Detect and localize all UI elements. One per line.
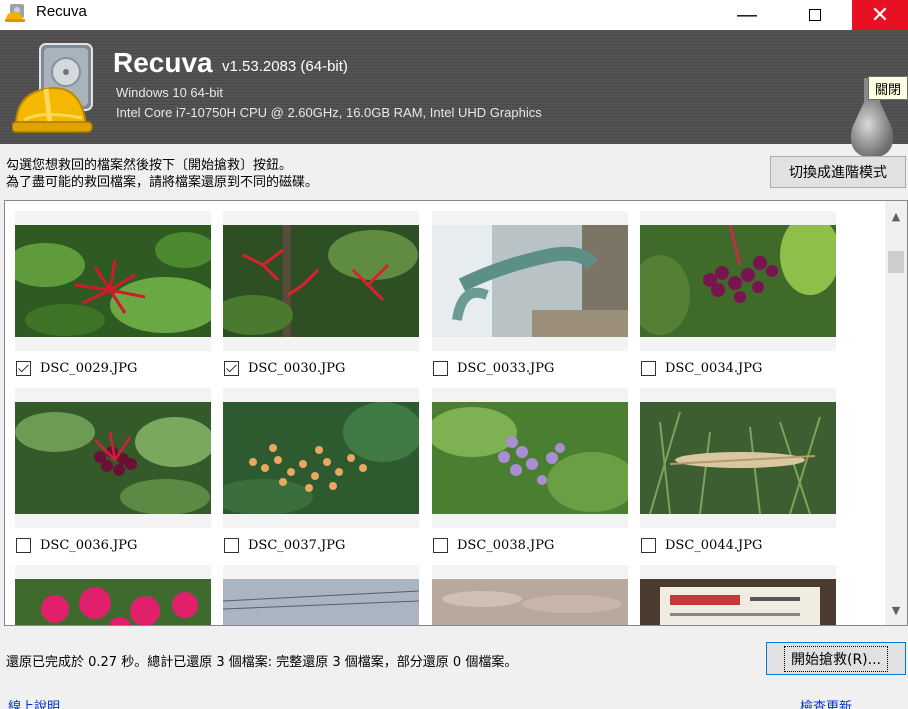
photo-thumbnail-grass-seed <box>640 402 836 514</box>
file-label: DSC_0033.JPG <box>432 351 628 385</box>
system-os: Windows 10 64-bit <box>116 85 223 100</box>
photo-thumbnail-sculpture <box>432 225 628 337</box>
file-thumbnail[interactable] <box>223 565 419 625</box>
photo-thumbnail-red-flowers <box>223 225 419 337</box>
system-hardware: Intel Core i7-10750H CPU @ 2.60GHz, 16.0… <box>116 105 542 120</box>
file-name: DSC_0030.JPG <box>248 360 346 376</box>
file-thumbnail[interactable] <box>15 388 211 528</box>
online-help-link[interactable]: 線上說明 <box>8 696 60 709</box>
instruction-line-1: 勾選您想救回的檔案然後按下〔開始搶救〕按鈕。 <box>6 158 293 173</box>
file-checkbox[interactable] <box>16 537 31 553</box>
photo-thumbnail-document <box>640 579 836 625</box>
close-icon: ✕ <box>870 2 890 27</box>
file-item[interactable]: DSC_0029.JPG <box>15 211 211 385</box>
photo-thumbnail-pink-flowers <box>15 579 211 625</box>
file-thumbnail[interactable] <box>640 211 836 351</box>
file-name: DSC_0036.JPG <box>40 537 138 553</box>
file-item[interactable] <box>223 565 419 625</box>
file-checkbox[interactable] <box>224 360 239 376</box>
file-checkbox[interactable] <box>16 360 31 376</box>
file-item[interactable]: DSC_0044.JPG <box>640 388 836 562</box>
file-checkbox[interactable] <box>433 360 448 376</box>
file-checkbox[interactable] <box>224 537 239 553</box>
file-label: DSC_0037.JPG <box>223 528 419 562</box>
scrollbar-thumb[interactable] <box>888 251 904 273</box>
file-thumbnail[interactable] <box>640 565 836 625</box>
file-checkbox[interactable] <box>433 537 448 553</box>
recuva-logo-icon <box>12 43 93 133</box>
file-item[interactable]: DSC_0038.JPG <box>432 388 628 562</box>
file-checkbox[interactable] <box>641 537 656 553</box>
file-name: DSC_0029.JPG <box>40 360 138 376</box>
file-name: DSC_0044.JPG <box>665 537 763 553</box>
app-header: Recuva v1.53.2083 (64-bit) Windows 10 64… <box>0 30 908 158</box>
status-text: 還原已完成於 0.27 秒。總計已還原 3 個檔案: 完整還原 3 個檔案，部分… <box>6 655 518 670</box>
file-label: DSC_0029.JPG <box>15 351 211 385</box>
file-item[interactable]: DSC_0037.JPG <box>223 388 419 562</box>
file-thumbnail[interactable] <box>432 565 628 625</box>
file-item[interactable]: DSC_0033.JPG <box>432 211 628 385</box>
photo-thumbnail-lilac-flowers <box>432 402 628 514</box>
file-label: DSC_0034.JPG <box>640 351 836 385</box>
recuva-helmet-icon <box>5 4 25 22</box>
file-thumbnail[interactable] <box>432 388 628 528</box>
file-item[interactable] <box>640 565 836 625</box>
file-name: DSC_0033.JPG <box>457 360 555 376</box>
file-item[interactable]: DSC_0030.JPG <box>223 211 419 385</box>
window-title: Recuva <box>36 3 87 20</box>
advanced-mode-button[interactable]: 切換成進階模式 <box>770 156 906 188</box>
maximize-icon <box>809 9 821 21</box>
close-button[interactable]: ✕ <box>852 0 908 30</box>
file-name: DSC_0034.JPG <box>665 360 763 376</box>
photo-thumbnail-red-flower <box>15 225 211 337</box>
recover-button[interactable]: 開始搶救(R)... <box>766 642 906 675</box>
file-label: DSC_0036.JPG <box>15 528 211 562</box>
app-version: v1.53.2083 (64-bit) <box>222 58 348 75</box>
file-thumbnail[interactable] <box>15 565 211 625</box>
scroll-up-icon[interactable]: ▲ <box>885 205 907 227</box>
photo-thumbnail-berry-cluster <box>15 402 211 514</box>
file-name: DSC_0037.JPG <box>248 537 346 553</box>
photo-thumbnail-sky <box>223 579 419 625</box>
file-item[interactable] <box>432 565 628 625</box>
file-name: DSC_0038.JPG <box>457 537 555 553</box>
file-item[interactable]: DSC_0034.JPG <box>640 211 836 385</box>
file-label: DSC_0030.JPG <box>223 351 419 385</box>
instructions: 勾選您想救回的檔案然後按下〔開始搶救〕按鈕。 為了盡可能的救回檔案，請將檔案還原… <box>6 157 318 191</box>
minimize-icon: — <box>737 3 757 26</box>
file-checkbox[interactable] <box>641 360 656 376</box>
file-thumbnail[interactable] <box>432 211 628 351</box>
vertical-scrollbar[interactable]: ▲ ▼ <box>885 201 907 625</box>
title-bar: Recuva — ✕ <box>0 0 908 30</box>
photo-thumbnail-clouds <box>432 579 628 625</box>
check-updates-link[interactable]: 檢查更新 <box>800 696 852 709</box>
file-item[interactable] <box>15 565 211 625</box>
file-thumbnail[interactable] <box>223 388 419 528</box>
file-thumbnail[interactable] <box>640 388 836 528</box>
maximize-button[interactable] <box>792 0 838 30</box>
photo-thumbnail-purple-berries <box>640 225 836 337</box>
recover-button-label: 開始搶救(R)... <box>783 645 888 672</box>
file-thumbnail-list[interactable]: DSC_0029.JPG DSC_0030.JPG DSC_0033.JPG D… <box>4 200 908 626</box>
photo-thumbnail-orange-berries <box>223 402 419 514</box>
app-name: Recuva <box>113 47 213 78</box>
minimize-button[interactable]: — <box>724 0 770 30</box>
file-item[interactable]: DSC_0036.JPG <box>15 388 211 562</box>
instruction-line-2: 為了盡可能的救回檔案，請將檔案還原到不同的磁碟。 <box>6 175 319 190</box>
file-label: DSC_0038.JPG <box>432 528 628 562</box>
close-header-button[interactable]: 關閉 <box>868 76 908 100</box>
file-thumbnail[interactable] <box>223 211 419 351</box>
scroll-down-icon[interactable]: ▼ <box>885 599 907 621</box>
file-label: DSC_0044.JPG <box>640 528 836 562</box>
file-thumbnail[interactable] <box>15 211 211 351</box>
